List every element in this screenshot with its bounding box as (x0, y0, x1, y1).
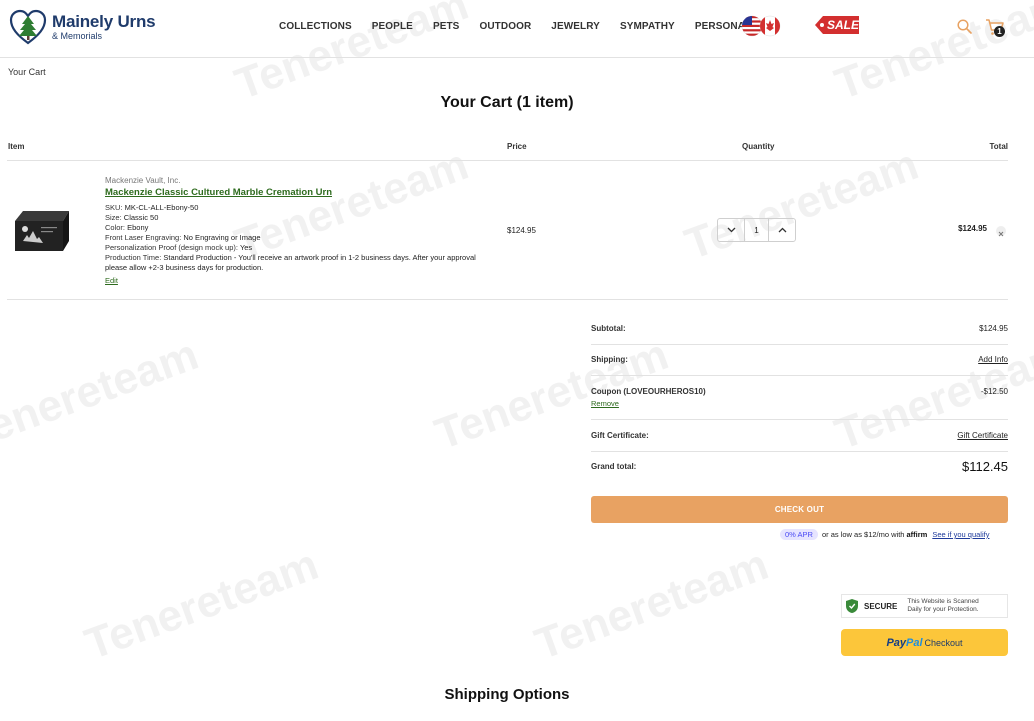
gift-certificate-link[interactable]: Gift Certificate (957, 431, 1008, 440)
sale-label: SALE (827, 18, 860, 32)
divider (7, 160, 1008, 161)
coupon-remove-link[interactable]: Remove (591, 399, 619, 408)
affirm-text: or as low as $12/mo with (821, 530, 905, 539)
shield-icon (846, 599, 858, 613)
affirm-logo: affirm (906, 530, 928, 539)
divider (7, 299, 1008, 300)
nav-pets[interactable]: PETS (433, 21, 460, 32)
grand-total-value: $112.45 (961, 459, 1008, 474)
shipping-options-heading: Shipping Options (444, 686, 570, 703)
paypal-checkout-text: Checkout (924, 637, 963, 648)
main-nav: COLLECTIONS PEOPLE PETS OUTDOOR JEWELRY … (279, 21, 767, 32)
column-header-quantity: Quantity (742, 142, 775, 151)
coupon-value: -$12.50 (980, 387, 1008, 396)
option-value: No Engraving or Image (183, 233, 261, 242)
product-brand: Mackenzie Vault, Inc. (105, 176, 181, 185)
watermark: Tenereteam (528, 539, 775, 670)
column-header-total: Total (989, 142, 1008, 151)
quantity-input[interactable]: 1 (744, 219, 769, 241)
divider (591, 344, 1008, 345)
logo-name: Mainely Urns (52, 12, 156, 31)
product-options: SKU: MK-CL-ALL-Ebony-50 Size: Classic 50… (105, 203, 485, 273)
watermark: Tenereteam (0, 329, 205, 460)
paypal-logo-pal: Pal (906, 636, 923, 649)
coupon-label: Coupon (LOVEOURHEROS10) (591, 387, 706, 396)
grand-total-label: Grand total: (591, 462, 637, 471)
option-label: SKU: (105, 203, 123, 212)
nav-sympathy[interactable]: SYMPATHY (620, 21, 675, 32)
paypal-checkout-button[interactable]: PayPal Checkout (841, 629, 1008, 656)
divider (591, 375, 1008, 376)
shipping-label: Shipping: (591, 355, 628, 364)
quantity-decrease-button[interactable] (718, 219, 744, 241)
page-title: Your Cart (1 item) (440, 94, 574, 111)
column-header-price: Price (507, 142, 527, 151)
option-value: Classic 50 (123, 213, 159, 222)
option-row: Color: Ebony (105, 223, 485, 233)
product-image[interactable] (11, 207, 71, 253)
site-header: Mainely Urns & Memorials COLLECTIONS PEO… (0, 0, 1034, 58)
gift-certificate-label: Gift Certificate: (591, 431, 649, 440)
cart-button[interactable]: 1 (985, 17, 1007, 39)
quantity-increase-button[interactable] (769, 219, 795, 241)
option-row: Production Time: Standard Production - Y… (105, 253, 485, 273)
trust-guard-badge[interactable]: SECURE This Website is Scanned Daily for… (841, 594, 1008, 618)
quantity-stepper: 1 (717, 218, 796, 242)
option-row: Size: Classic 50 (105, 213, 485, 223)
trust-line-1: This Website is Scanned (907, 598, 979, 605)
divider (591, 451, 1008, 452)
us-canada-flags-icon[interactable] (741, 15, 781, 37)
option-label: Size: (105, 213, 122, 222)
cart-count-badge: 1 (994, 26, 1005, 37)
chevron-up-icon (778, 227, 786, 233)
subtotal-label: Subtotal: (591, 324, 626, 333)
close-icon (998, 231, 1004, 237)
site-logo[interactable]: Mainely Urns & Memorials (9, 9, 156, 45)
column-header-item: Item (8, 142, 25, 151)
logo-subtitle: & Memorials (52, 31, 103, 41)
option-label: Production Time: (105, 253, 162, 262)
trust-label: SECURE (864, 601, 898, 611)
option-row: Front Laser Engraving: No Engraving or I… (105, 233, 485, 243)
watermark: Tenereteam (78, 539, 325, 670)
paypal-logo-pay: Pay (886, 636, 907, 649)
subtotal-value: $124.95 (979, 324, 1008, 333)
trust-description: This Website is Scanned Daily for your P… (907, 598, 978, 614)
checkout-button[interactable]: CHECK OUT (591, 496, 1008, 523)
item-price: $124.95 (507, 226, 536, 235)
sale-tag[interactable]: SALE (815, 15, 859, 35)
option-label: Personalization Proof (design mock up): (105, 243, 238, 252)
breadcrumb[interactable]: Your Cart (8, 67, 46, 77)
option-value: Ebony (127, 223, 149, 232)
shipping-add-info-link[interactable]: Add Info (978, 355, 1008, 364)
nav-jewelry[interactable]: JEWELRY (551, 21, 600, 32)
option-row: SKU: MK-CL-ALL-Ebony-50 (105, 203, 485, 213)
affirm-promo: 0% APR or as low as $12/mo with affirm S… (780, 529, 989, 540)
product-title-link[interactable]: Mackenzie Classic Cultured Marble Cremat… (105, 187, 332, 198)
edit-item-link[interactable]: Edit (105, 276, 118, 285)
heart-tree-logo-icon (9, 9, 47, 45)
option-value: MK-CL-ALL-Ebony-50 (124, 203, 199, 212)
nav-outdoor[interactable]: OUTDOOR (479, 21, 531, 32)
chevron-down-icon (727, 227, 735, 233)
trust-line-2: Daily for your Protection. (907, 606, 979, 613)
paypal-logo: PayPal (886, 637, 922, 649)
option-value: Yes (239, 243, 253, 252)
option-label: Front Laser Engraving: (105, 233, 182, 242)
affirm-qualify-link[interactable]: See if you qualify (932, 530, 989, 539)
option-row: Personalization Proof (design mock up): … (105, 243, 485, 253)
search-icon[interactable] (957, 19, 972, 34)
option-value: Standard Production - You'll receive an … (105, 253, 476, 272)
remove-item-button[interactable] (996, 226, 1006, 237)
item-total: $124.95 (958, 224, 987, 233)
apr-badge: 0% APR (780, 529, 818, 540)
nav-collections[interactable]: COLLECTIONS (279, 21, 352, 32)
divider (591, 419, 1008, 420)
option-label: Color: (105, 223, 126, 232)
nav-people[interactable]: PEOPLE (372, 21, 413, 32)
